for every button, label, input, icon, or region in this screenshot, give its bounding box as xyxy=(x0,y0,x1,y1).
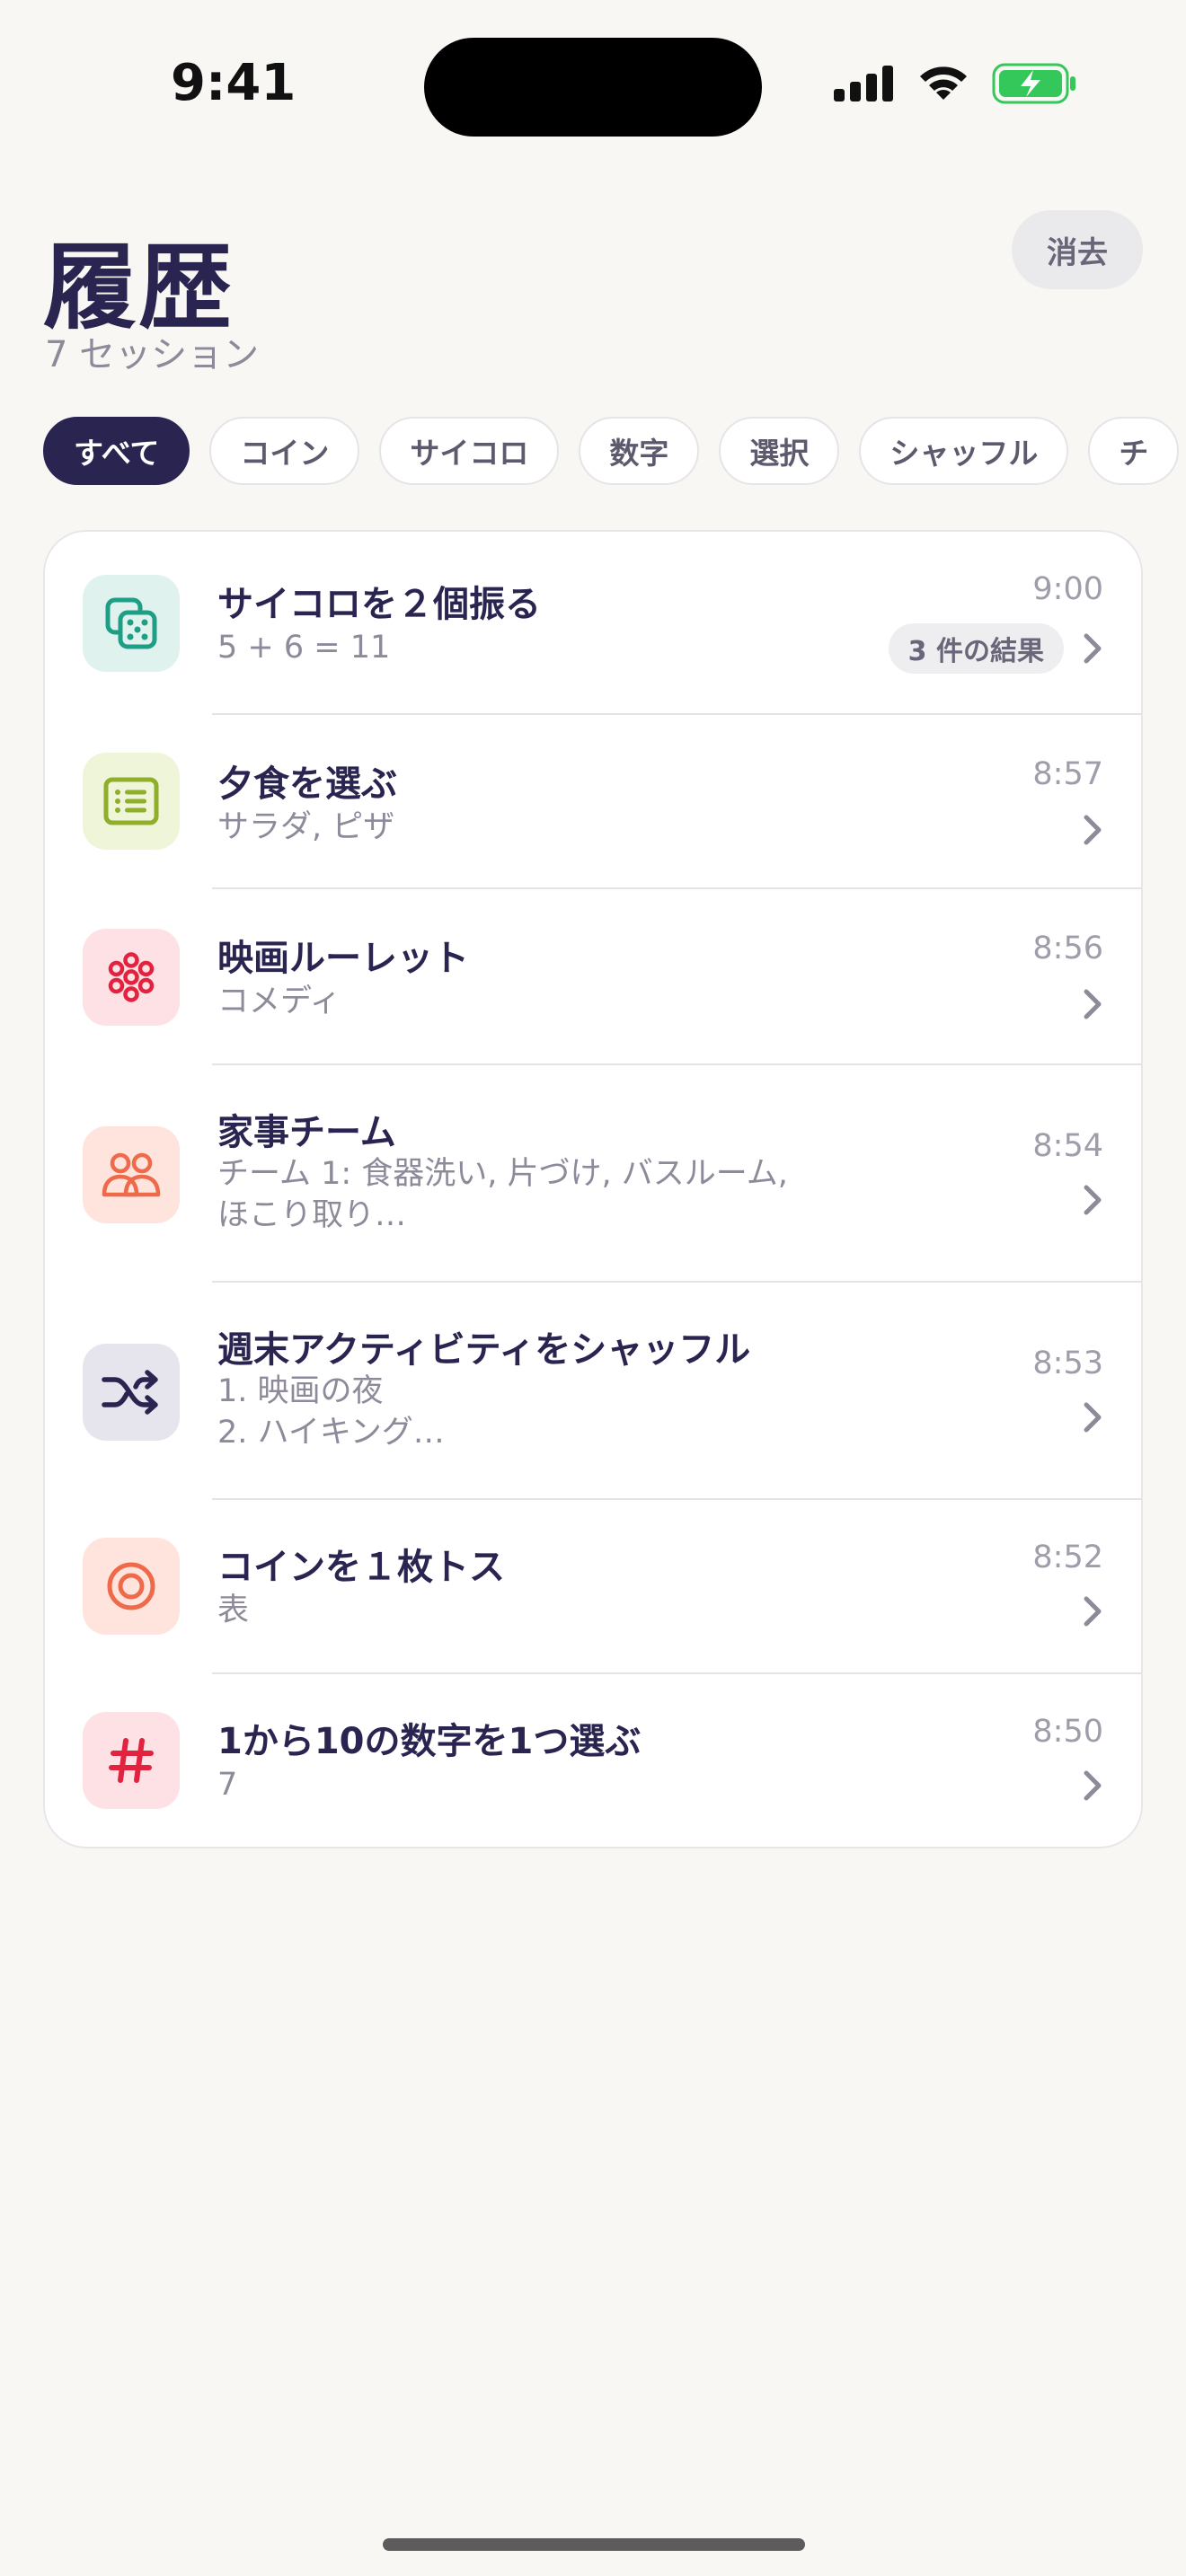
row-title: 家事チーム xyxy=(217,1112,396,1153)
row-subtitle: 7 xyxy=(217,1767,238,1803)
history-list: サイコロを２個振る 5 + 6 = 11 9:00 3 件の結果 夕食を選ぶ サ… xyxy=(43,530,1143,1848)
row-subtitle: サラダ, ピザ xyxy=(217,809,395,845)
row-subtitle: 1. 映画の夜 2. ハイキング… xyxy=(217,1373,445,1451)
wifi-icon xyxy=(920,66,967,100)
results-badge: 3 件の結果 xyxy=(888,623,1064,674)
history-row[interactable]: 映画ルーレット コメディ 8:56 xyxy=(45,889,1141,1065)
history-row[interactable]: 夕食を選ぶ サラダ, ピザ 8:57 xyxy=(45,715,1141,889)
row-time: 8:54 xyxy=(1032,1128,1103,1164)
chevron-right-icon xyxy=(1084,1770,1102,1801)
row-time: 8:50 xyxy=(1032,1714,1103,1750)
chevron-right-icon xyxy=(1084,815,1102,845)
history-row[interactable]: コインを１枚トス 表 8:52 xyxy=(45,1500,1141,1674)
session-count: 7 セッション xyxy=(45,334,260,375)
row-time: 8:52 xyxy=(1032,1539,1103,1575)
chevron-right-icon xyxy=(1084,1402,1102,1433)
row-title: 1から10の数字を1つ選ぶ xyxy=(217,1721,642,1762)
filter-chip-number[interactable]: 数字 xyxy=(579,417,700,485)
row-title: 映画ルーレット xyxy=(217,938,469,979)
filter-chip-dice[interactable]: サイコロ xyxy=(379,417,560,485)
dice-icon xyxy=(83,575,180,672)
coin-icon xyxy=(83,1538,180,1635)
home-indicator xyxy=(383,2538,805,2551)
row-title: コインを１枚トス xyxy=(217,1547,505,1588)
filter-chip-all[interactable]: すべて xyxy=(43,417,190,485)
filter-chip-choice[interactable]: 選択 xyxy=(719,417,840,485)
history-row[interactable]: サイコロを２個振る 5 + 6 = 11 9:00 3 件の結果 xyxy=(45,532,1141,715)
status-time: 9:41 xyxy=(171,54,296,112)
history-row[interactable]: 1から10の数字を1つ選ぶ 7 8:50 xyxy=(45,1674,1141,1847)
row-subtitle: 表 xyxy=(217,1592,250,1628)
filter-row: すべて コイン サイコロ 数字 選択 シャッフル チ xyxy=(43,417,1186,489)
chevron-right-icon xyxy=(1084,633,1102,664)
chevron-right-icon xyxy=(1084,1596,1102,1627)
row-subtitle: コメディ xyxy=(217,984,341,1019)
row-subtitle: チーム 1: 食器洗い, 片づけ, バスルーム, ほこり取り… xyxy=(217,1156,788,1233)
status-icons xyxy=(834,63,1078,104)
status-bar: 9:41 xyxy=(0,0,1186,171)
battery-icon xyxy=(992,63,1075,104)
row-title: サイコロを２個振る xyxy=(217,584,541,625)
clear-button[interactable]: 消去 xyxy=(1012,210,1143,289)
row-time: 8:56 xyxy=(1032,931,1103,966)
shuffle-icon xyxy=(83,1344,180,1441)
row-subtitle: 5 + 6 = 11 xyxy=(217,630,391,666)
filter-chip-coin[interactable]: コイン xyxy=(209,417,360,485)
chevron-right-icon xyxy=(1084,989,1102,1019)
filter-chip-shuffle[interactable]: シャッフル xyxy=(859,417,1069,485)
row-title: 夕食を選ぶ xyxy=(217,763,397,805)
dynamic-island xyxy=(424,38,762,137)
people-icon xyxy=(83,1126,180,1223)
roulette-icon xyxy=(83,929,180,1026)
row-time: 9:00 xyxy=(1032,571,1103,607)
filter-chip-team[interactable]: チ xyxy=(1088,417,1180,485)
row-time: 8:53 xyxy=(1032,1345,1103,1381)
hash-icon xyxy=(83,1712,180,1809)
cellular-signal-icon xyxy=(834,66,893,101)
row-title: 週末アクティビティをシャッフル xyxy=(217,1329,751,1371)
list-icon xyxy=(83,753,180,850)
history-row[interactable]: 家事チーム チーム 1: 食器洗い, 片づけ, バスルーム, ほこり取り… 8:… xyxy=(45,1065,1141,1283)
row-time: 8:57 xyxy=(1032,756,1103,792)
history-row[interactable]: 週末アクティビティをシャッフル 1. 映画の夜 2. ハイキング… 8:53 xyxy=(45,1283,1141,1500)
chevron-right-icon xyxy=(1084,1185,1102,1215)
